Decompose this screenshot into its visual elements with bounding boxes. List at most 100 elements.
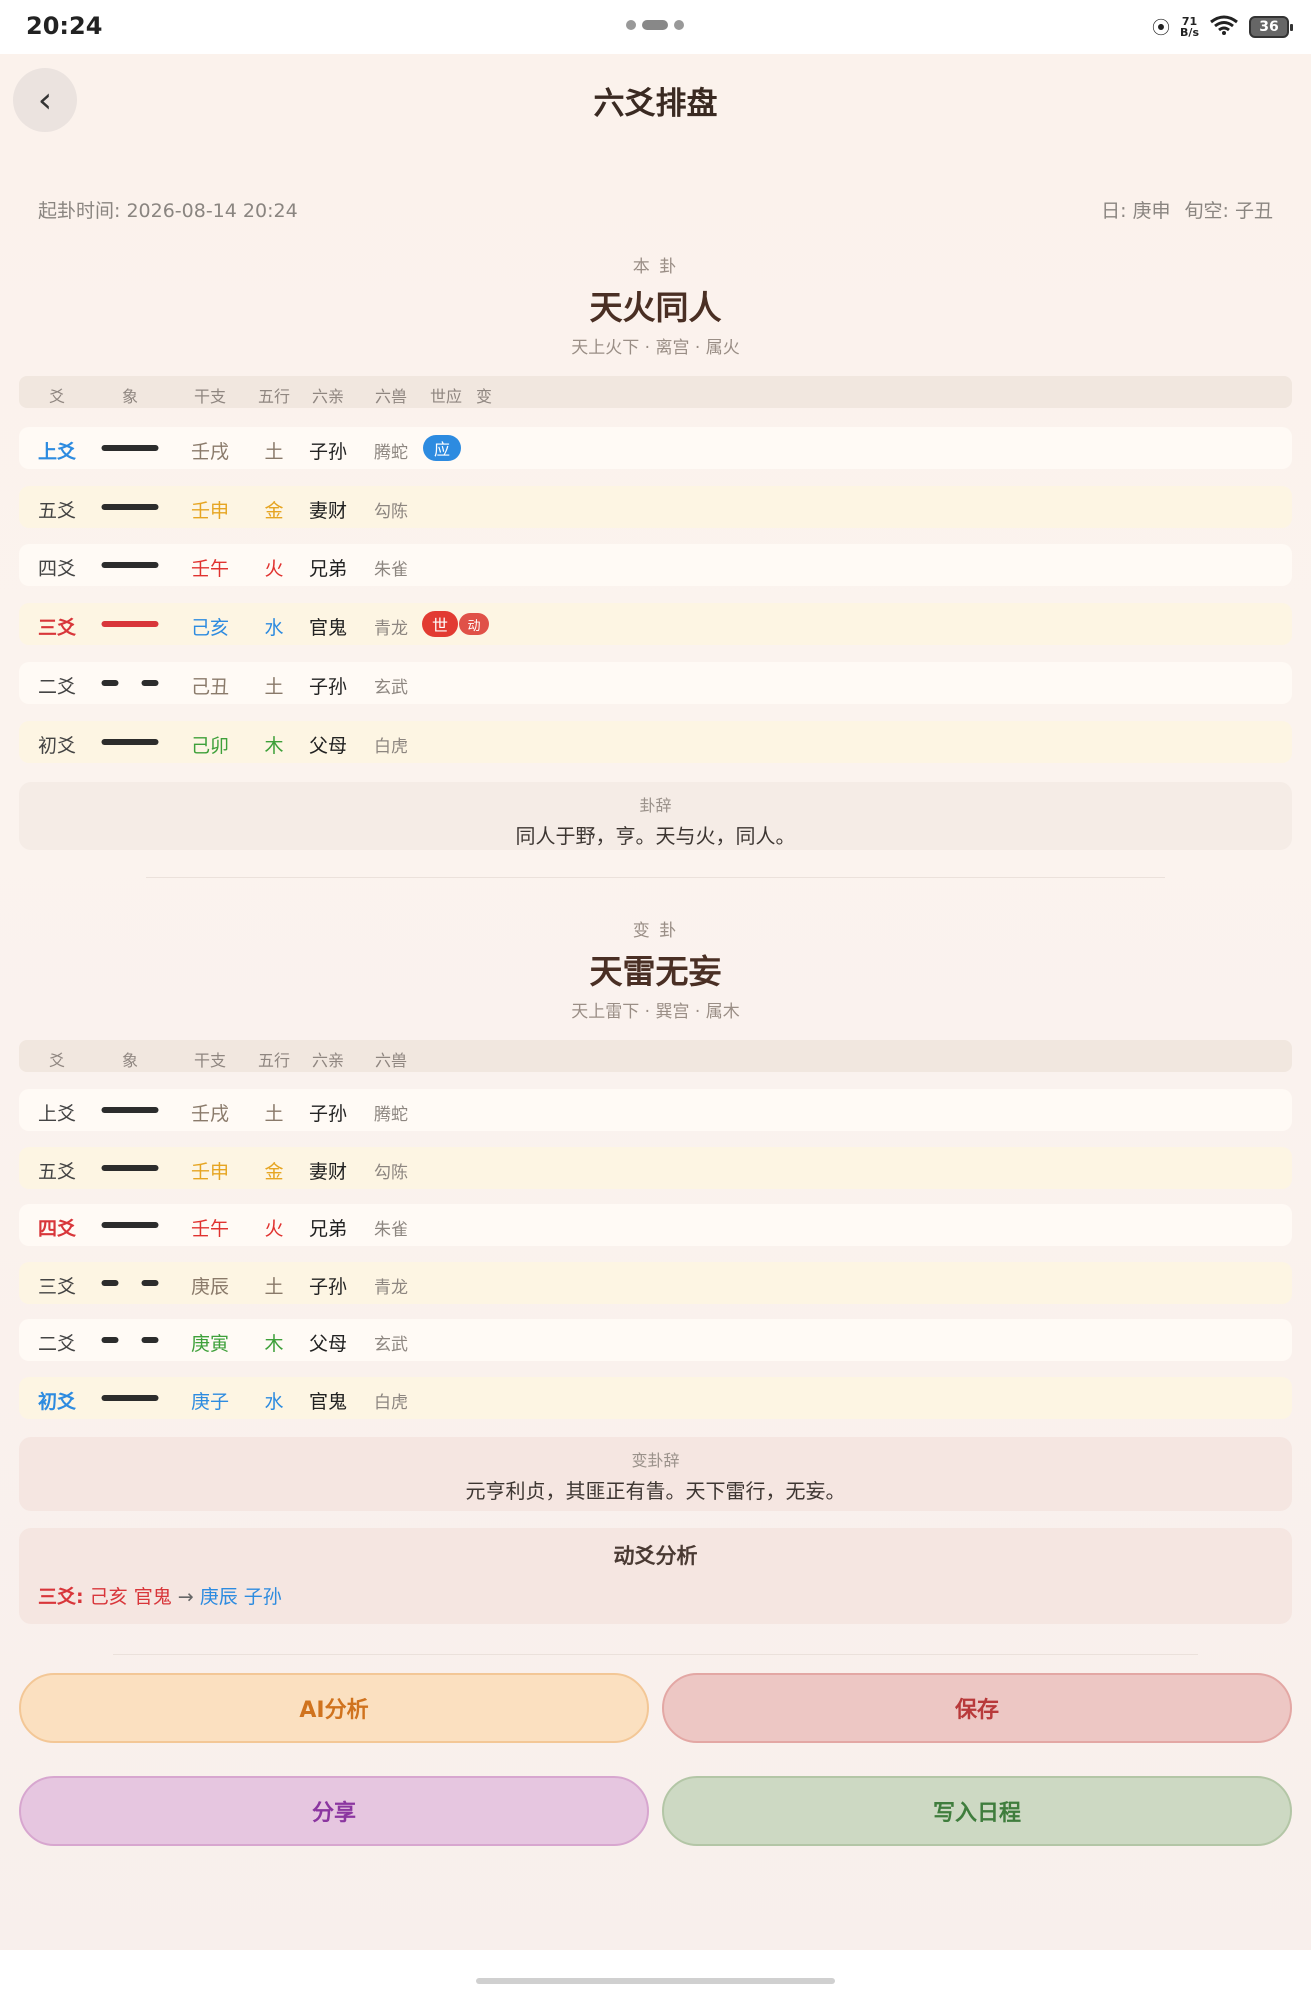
row-qin: 妻财 [308,500,348,522]
moving-yang-line [101,621,159,627]
changed-hexagram-header: 变 卦 天雷无妄 天上雷下 · 巽宫 · 属木 [0,916,1311,1022]
row-ganzhi: 壬戌 [190,1103,230,1125]
void-branches: 旬空: 子丑 [1184,200,1273,222]
changed-row-4[interactable]: 四爻 壬午 火 兄弟 朱雀 [19,1204,1292,1246]
row-pos: 初爻 [37,1391,77,1413]
verdict-caption: 卦辞 [639,796,672,815]
verdict-caption: 变卦辞 [631,1451,680,1470]
row-pos: 上爻 [37,1103,77,1125]
col-yao: 爻 [48,1051,66,1070]
row-beast: 勾陈 [374,1163,408,1183]
row-beast: 青龙 [374,1278,408,1298]
main-hex-subtitle: 天上火下 · 离宫 · 属火 [571,338,740,358]
row-qin: 官鬼 [308,617,348,639]
main-hexagram-header: 本 卦 天火同人 天上火下 · 离宫 · 属火 [0,252,1311,358]
row-ganzhi: 庚寅 [190,1333,230,1355]
col-liushou: 六兽 [374,1051,408,1070]
row-wuxing: 木 [264,1333,284,1355]
row-beast: 朱雀 [374,1220,408,1240]
home-handle[interactable] [476,1978,835,1984]
changed-row-2[interactable]: 二爻 庚寅 木 父母 玄武 [19,1319,1292,1361]
yin-line [101,680,159,686]
cast-time: 起卦时间: 2026-08-14 20:24 [38,200,298,222]
row-wuxing: 金 [264,500,284,522]
changed-hex-name: 天雷无妄 [589,952,722,991]
col-liuqin: 六亲 [311,1051,345,1070]
main-row-2[interactable]: 二爻 己丑 土 子孙 玄武 [19,662,1292,704]
row-ganzhi: 己亥 [190,617,230,639]
row-ganzhi: 庚辰 [190,1276,230,1298]
changed-table-header: 爻 象 干支 五行 六亲 六兽 [19,1040,1292,1072]
yang-line [101,562,159,568]
main-verdict: 卦辞 同人于野，亨。天与火，同人。 [19,782,1292,850]
moving-analysis-detail: 三爻: 己亥 官鬼 → 庚辰 子孙 [38,1582,282,1609]
col-xiang: 象 [121,1051,139,1070]
main-hex-name: 天火同人 [589,288,722,327]
row-beast: 白虎 [374,737,408,757]
yin-line [101,1280,159,1286]
arrow-right-icon: → [177,1586,194,1608]
col-ganzhi: 干支 [193,1051,227,1070]
row-qin: 父母 [308,1333,348,1355]
moving-from: 己亥 官鬼 [89,1586,172,1608]
row-wuxing: 火 [264,558,284,580]
verdict-text: 同人于野，亨。天与火，同人。 [515,824,796,848]
row-ganzhi: 壬申 [190,500,230,522]
col-liuqin: 六亲 [311,387,345,406]
row-qin: 子孙 [308,676,348,698]
changed-row-1[interactable]: 初爻 庚子 水 官鬼 白虎 [19,1377,1292,1419]
share-button[interactable]: 分享 [19,1776,649,1846]
row-qin: 子孙 [308,1103,348,1125]
status-icons: ⦿ 71 B/s 36 [1152,14,1293,40]
col-ganzhi: 干支 [193,387,227,406]
yang-line [101,504,159,510]
main-row-5[interactable]: 五爻 壬申 金 妻财 勾陈 [19,486,1292,528]
row-beast: 玄武 [374,1335,408,1355]
row-ganzhi: 己丑 [190,676,230,698]
changed-verdict: 变卦辞 元亨利贞，其匪正有眚。天下雷行，无妄。 [19,1437,1292,1511]
screen: 20:24 ⦿ 71 B/s 36 ‹ 六爻排盘 起卦时间: 2026-08-14… [0,0,1311,1995]
battery-icon: 36 [1249,16,1293,38]
ai-analysis-button[interactable]: AI分析 [19,1673,649,1743]
row-qin: 父母 [308,735,348,757]
row-beast: 白虎 [374,1393,408,1413]
col-bian: 变 [475,387,493,406]
row-qin: 兄弟 [308,1218,348,1240]
verdict-text: 元亨利贞，其匪正有眚。天下雷行，无妄。 [465,1479,846,1503]
row-beast: 玄武 [374,678,408,698]
row-qin: 子孙 [308,441,348,463]
row-pos: 三爻 [37,1276,77,1298]
row-beast: 腾蛇 [374,443,408,463]
yang-line [101,1107,159,1113]
save-button[interactable]: 保存 [662,1673,1292,1743]
row-wuxing: 火 [264,1218,284,1240]
row-pos: 二爻 [37,676,77,698]
day-info: 日: 庚申 旬空: 子丑 [1101,196,1273,223]
row-wuxing: 水 [264,1391,284,1413]
main-row-3[interactable]: 三爻 己亥 水 官鬼 青龙 世 动 [19,603,1292,645]
add-to-calendar-button[interactable]: 写入日程 [662,1776,1292,1846]
row-wuxing: 土 [264,1103,284,1125]
changed-row-top[interactable]: 上爻 壬戌 土 子孙 腾蛇 [19,1089,1292,1131]
row-pos: 二爻 [37,1333,77,1355]
main-row-top[interactable]: 上爻 壬戌 土 子孙 腾蛇 应 [19,427,1292,469]
row-ganzhi: 壬午 [190,1218,230,1240]
navigation-bar [0,1950,1311,1995]
status-bar: 20:24 ⦿ 71 B/s 36 [0,0,1311,54]
changed-row-3[interactable]: 三爻 庚辰 土 子孙 青龙 [19,1262,1292,1304]
row-wuxing: 金 [264,1161,284,1183]
status-time: 20:24 [26,12,103,40]
row-beast: 勾陈 [374,502,408,522]
wifi-icon [1209,14,1239,40]
col-yao: 爻 [48,387,66,406]
main-row-1[interactable]: 初爻 己卯 木 父母 白虎 [19,721,1292,763]
main-row-4[interactable]: 四爻 壬午 火 兄弟 朱雀 [19,544,1292,586]
row-pos: 五爻 [37,500,77,522]
moving-to: 庚辰 子孙 [199,1586,282,1608]
row-pos: 四爻 [37,558,77,580]
divider [146,877,1165,878]
yang-line [101,1165,159,1171]
ying-badge: 应 [423,435,461,461]
row-wuxing: 土 [264,441,284,463]
changed-row-5[interactable]: 五爻 壬申 金 妻财 勾陈 [19,1147,1292,1189]
